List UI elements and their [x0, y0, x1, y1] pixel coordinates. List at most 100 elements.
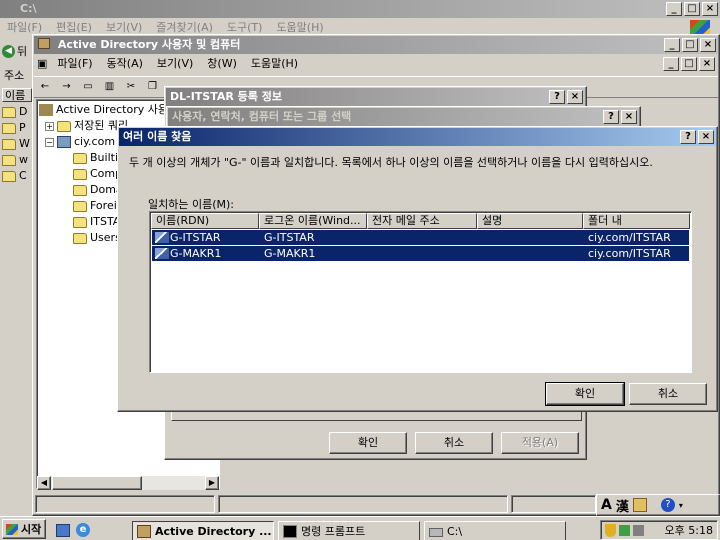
col-header-folder[interactable]: 폴더 내 [583, 213, 690, 229]
aduc-status-middle [218, 495, 508, 513]
match-label: 일치하는 이름(M): [148, 198, 234, 211]
clock[interactable]: 오후 5:18 [665, 522, 717, 538]
aduc-titlebar[interactable]: Active Directory 사용자 및 컴퓨터 _ □ × [34, 36, 718, 54]
folder-icon [2, 154, 16, 166]
aduc-child-restore-button[interactable]: □ [681, 57, 697, 71]
select-help-button[interactable]: ? [603, 110, 619, 124]
table-row[interactable]: G-ITSTAR G-ITSTAR ciy.com/ITSTAR [152, 230, 689, 245]
help-icon[interactable]: ? [660, 498, 675, 512]
explorer-left-item[interactable]: P [2, 120, 32, 136]
explorer-title: C:\ [20, 2, 37, 15]
aduc-menu-window[interactable]: 창(W) [200, 55, 244, 73]
match-list[interactable]: 이름(RDN) 로그온 이름(Wind... 전자 메일 주소 설명 폴더 내 … [149, 211, 692, 373]
dl-titlebar[interactable]: DL-ITSTAR 등록 정보 ? × [166, 88, 585, 106]
select-title: 사용자, 연락처, 컴퓨터 또는 그룹 선택 [172, 110, 352, 123]
aduc-task-icon [137, 525, 151, 538]
scroll-thumb[interactable] [52, 476, 142, 490]
col-header-name[interactable]: 이름(RDN) [151, 213, 259, 229]
show-tree-icon[interactable]: ▥ [101, 79, 119, 95]
aduc-minimize-button[interactable]: _ [664, 38, 680, 52]
aduc-maximize-button[interactable]: □ [682, 38, 698, 52]
tree-hscrollbar[interactable]: ◀ ▶ [37, 476, 219, 490]
dl-cancel-button[interactable]: 취소 [415, 432, 493, 454]
shield-icon[interactable] [605, 523, 616, 537]
dl-close-button[interactable]: × [567, 90, 583, 104]
windows-flag-icon [6, 523, 18, 535]
copy-icon[interactable]: ❐ [144, 79, 162, 95]
folder-icon [73, 168, 87, 180]
cell-name: G-ITSTAR [170, 231, 221, 244]
hanja-button[interactable]: 漢 [616, 496, 629, 515]
aduc-mmc-icon: ▣ [37, 57, 48, 70]
explorer-back-label: 뒤 [17, 45, 28, 58]
multi-ok-button[interactable]: 확인 [545, 382, 625, 406]
taskbar-cmd[interactable]: 명령 프롬프트 [278, 521, 420, 540]
aduc-child-close-button[interactable]: × [699, 57, 715, 71]
dl-ok-button[interactable]: 확인 [329, 432, 407, 454]
explorer-back-button[interactable]: ◀ 뒤 [2, 42, 32, 60]
cut-icon[interactable]: ✂ [122, 79, 140, 95]
explorer-left-item[interactable]: D [2, 104, 32, 120]
multi-cancel-button[interactable]: 취소 [629, 383, 707, 405]
dl-title: DL-ITSTAR 등록 정보 [170, 90, 282, 103]
taskbar-explorer[interactable]: C:\ [424, 521, 566, 540]
aduc-menu-file[interactable]: 파일(F) [50, 55, 99, 73]
ou-folder-icon [73, 184, 87, 196]
langbar-options-icon[interactable]: ▾ [679, 501, 683, 510]
aduc-close-button[interactable]: × [700, 38, 716, 52]
multi-close-button[interactable]: × [698, 130, 714, 144]
aduc-status-left [35, 495, 215, 513]
explorer-name-column[interactable]: 이름 [2, 88, 32, 102]
taskbar-aduc[interactable]: Active Directory ... [132, 521, 274, 540]
aduc-menu-view[interactable]: 보기(V) [150, 55, 200, 73]
col-header-email[interactable]: 전자 메일 주소 [367, 213, 477, 229]
aduc-child-minimize-button[interactable]: _ [663, 57, 679, 71]
cmd-icon [283, 525, 297, 538]
multi-help-button[interactable]: ? [680, 130, 696, 144]
start-button[interactable]: 시작 [2, 519, 46, 539]
explorer-address-label: 주소 [4, 69, 25, 82]
select-titlebar[interactable]: 사용자, 연락처, 컴퓨터 또는 그룹 선택 ? × [168, 108, 639, 126]
multi-title: 여러 이름 찾음 [123, 130, 192, 143]
forward-icon[interactable]: → [58, 79, 76, 95]
taskbar: 시작 e Active Directory ... 명령 프롬프트 C:\ 오후… [0, 516, 720, 540]
aduc-menu-action[interactable]: 동작(A) [100, 55, 150, 73]
explorer-maximize-button[interactable]: □ [684, 2, 700, 16]
desktop-icon[interactable] [56, 523, 70, 537]
up-folder-icon[interactable]: ▭ [79, 79, 97, 95]
aduc-title: Active Directory 사용자 및 컴퓨터 [57, 38, 241, 51]
ime-pad-icon[interactable] [632, 498, 647, 512]
select-close-button[interactable]: × [621, 110, 637, 124]
volume-icon[interactable] [633, 524, 644, 536]
network-icon[interactable] [619, 524, 630, 536]
cell-folder: ciy.com/ITSTAR [588, 247, 671, 260]
folder-icon [73, 200, 87, 212]
explorer-left-item[interactable]: w [2, 152, 32, 168]
dl-help-button[interactable]: ? [549, 90, 565, 104]
collapse-icon[interactable]: − [45, 137, 54, 147]
multi-message: 두 개 이상의 개체가 "G-" 이름과 일치합니다. 목록에서 하나 이상의 … [129, 156, 653, 169]
multi-titlebar[interactable]: 여러 이름 찾음 ? × [119, 128, 716, 146]
folder-icon [2, 138, 16, 150]
folder-icon [2, 170, 16, 182]
scroll-right-button[interactable]: ▶ [205, 476, 219, 490]
expand-icon[interactable]: + [45, 121, 54, 131]
ie-icon[interactable]: e [76, 523, 90, 537]
explorer-minimize-button[interactable]: _ [666, 2, 682, 16]
group-icon [155, 248, 169, 259]
explorer-close-button[interactable]: × [702, 2, 718, 16]
col-header-description[interactable]: 설명 [477, 213, 583, 229]
aduc-menubar: ▣ 파일(F) 동작(A) 보기(V) 창(W) 도움말(H) [34, 55, 718, 73]
table-row[interactable]: G-MAKR1 G-MAKR1 ciy.com/ITSTAR [152, 246, 689, 261]
language-indicator[interactable]: A [601, 497, 612, 513]
dl-apply-button[interactable]: 적용(A) [501, 432, 579, 454]
col-header-logon[interactable]: 로그온 이름(Wind... [259, 213, 367, 229]
explorer-titlebar[interactable]: C:\ _ □ × [0, 0, 720, 18]
aduc-menu-help[interactable]: 도움말(H) [244, 55, 305, 73]
back-icon[interactable]: ← [36, 79, 54, 95]
cell-logon: G-MAKR1 [264, 247, 316, 260]
explorer-left-item[interactable]: C [2, 168, 32, 184]
ad-root-icon [39, 104, 53, 116]
explorer-left-item[interactable]: W [2, 136, 32, 152]
scroll-left-button[interactable]: ◀ [37, 476, 51, 490]
